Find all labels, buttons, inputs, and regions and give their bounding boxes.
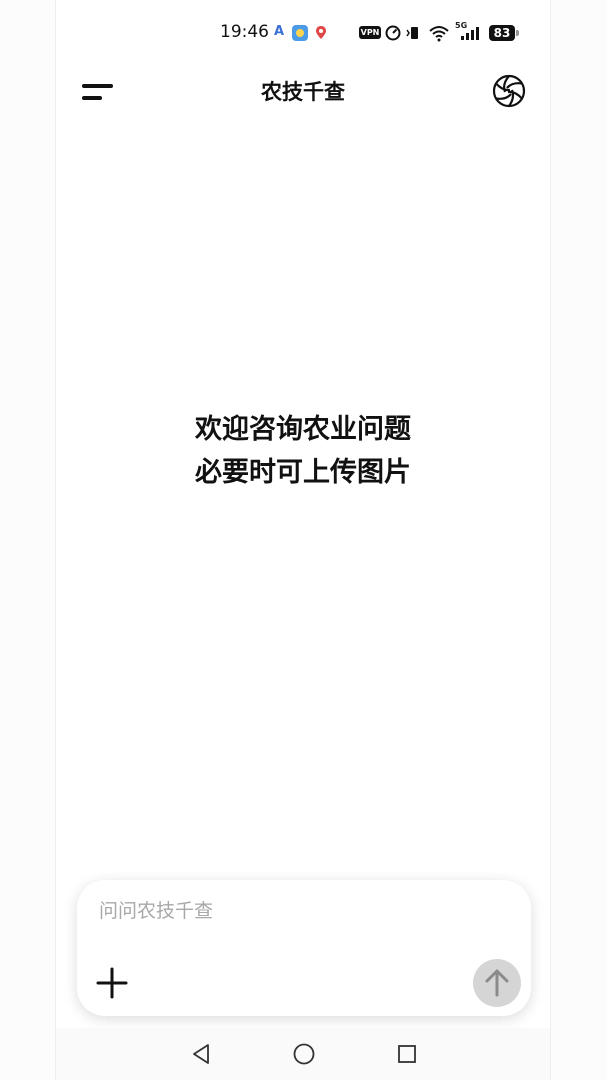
nav-back-button[interactable] bbox=[189, 1042, 213, 1066]
chat-composer bbox=[77, 880, 531, 1016]
vpn-icon: VPN bbox=[359, 26, 381, 39]
wifi-icon bbox=[428, 24, 450, 42]
battery-tip bbox=[516, 30, 519, 36]
recents-square-icon bbox=[398, 1045, 416, 1063]
signal-bars-icon bbox=[460, 26, 482, 42]
arrow-up-icon bbox=[485, 969, 509, 997]
app-header: 农技千查 bbox=[56, 68, 550, 114]
nav-home-button[interactable] bbox=[292, 1042, 316, 1066]
add-attachment-button[interactable] bbox=[95, 966, 129, 1000]
page-title: 农技千查 bbox=[261, 80, 345, 104]
nav-recents-button[interactable] bbox=[395, 1042, 419, 1066]
notification-a-icon: A bbox=[274, 24, 285, 39]
vibrate-bluetooth-icon bbox=[405, 25, 423, 41]
welcome-message: 欢迎咨询农业问题 必要时可上传图片 bbox=[56, 408, 550, 494]
app-logo-button[interactable] bbox=[490, 72, 528, 110]
location-pin-icon bbox=[314, 25, 328, 41]
send-button[interactable] bbox=[473, 959, 521, 1007]
speed-gauge-icon bbox=[385, 25, 401, 41]
app-screen: 19:46 A VPN 5G 83 农技千查 欢迎咨询农业问题 必要时可上传图片… bbox=[55, 0, 551, 1080]
system-nav-bar bbox=[56, 1028, 550, 1080]
welcome-line-1: 欢迎咨询农业问题 bbox=[195, 414, 411, 445]
welcome-line-2: 必要时可上传图片 bbox=[195, 457, 411, 488]
app-logo-icon bbox=[492, 74, 526, 108]
status-bar: 19:46 A VPN 5G 83 bbox=[56, 0, 550, 68]
weather-icon bbox=[292, 25, 308, 41]
home-circle-icon bbox=[293, 1043, 315, 1065]
status-time: 19:46 bbox=[220, 22, 269, 42]
chat-input[interactable] bbox=[99, 896, 499, 926]
back-triangle-icon bbox=[193, 1044, 209, 1064]
plus-icon bbox=[96, 967, 128, 999]
battery-icon: 83 bbox=[489, 25, 515, 41]
